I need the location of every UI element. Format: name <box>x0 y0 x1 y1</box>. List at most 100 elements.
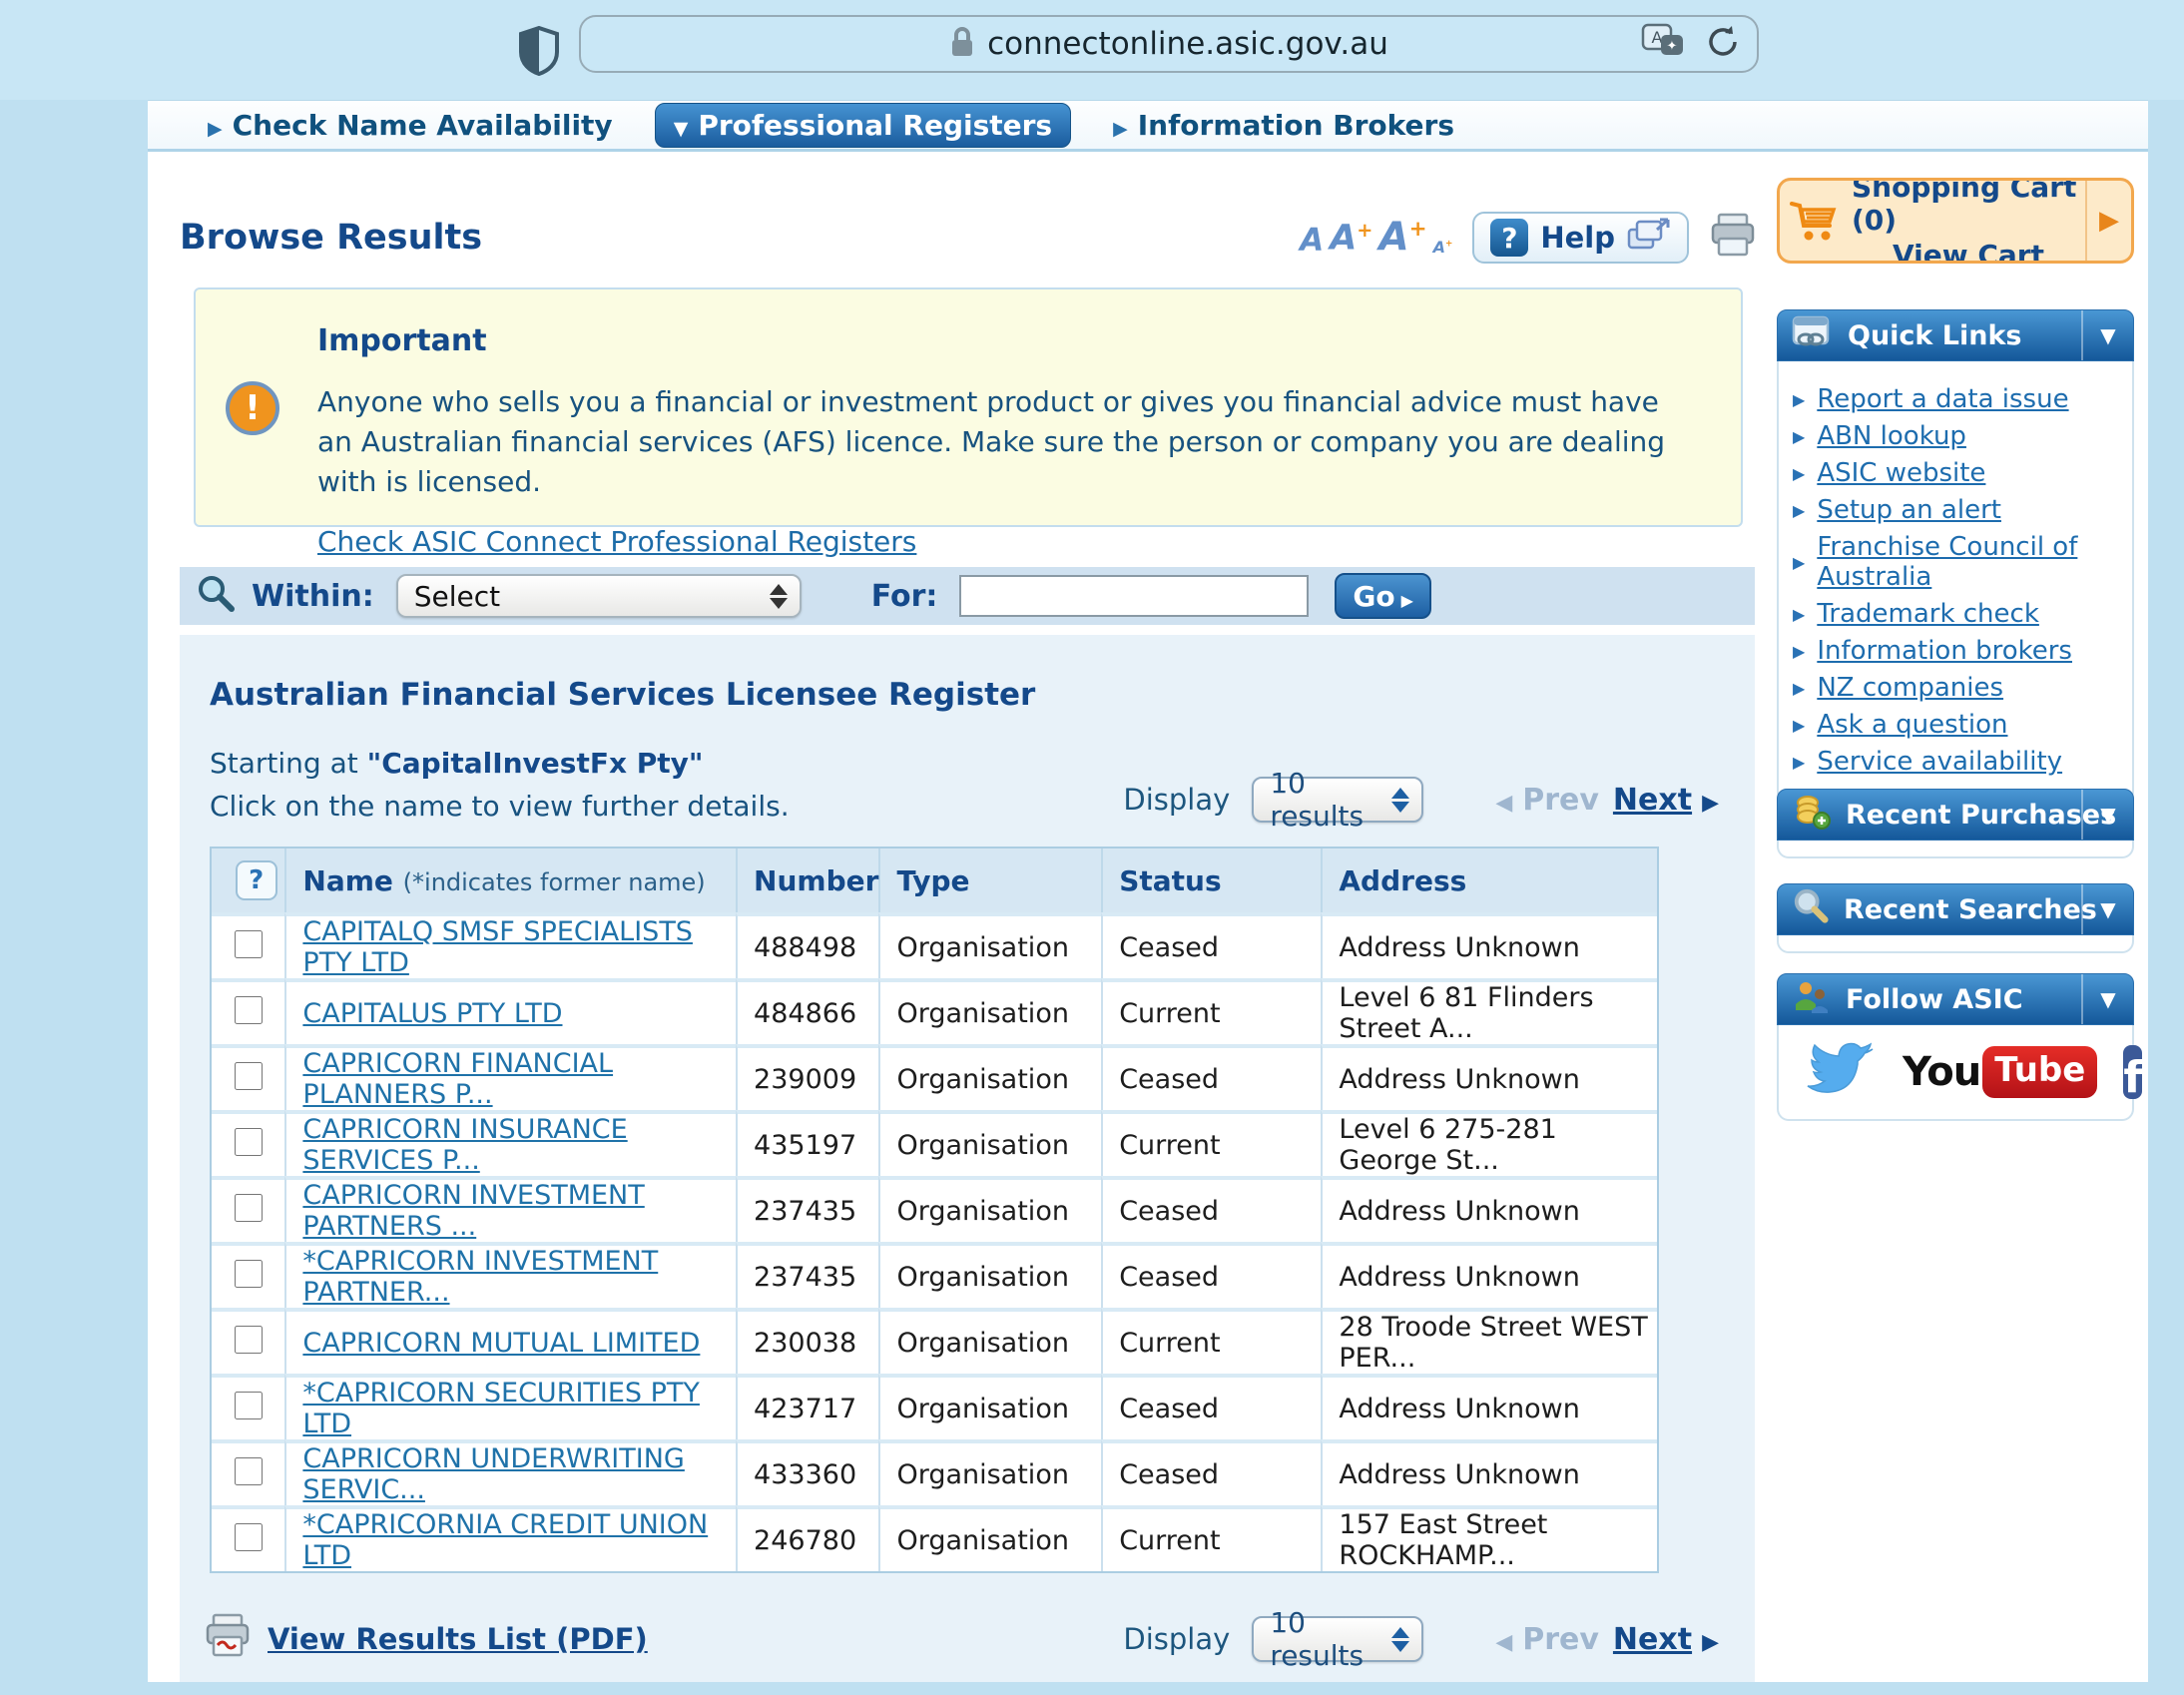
collapse-caret-icon[interactable] <box>2081 310 2133 360</box>
go-arrow-icon <box>1401 580 1413 613</box>
licensee-name-link[interactable]: CAPRICORN FINANCIAL PLANNERS P... <box>302 1048 613 1110</box>
reload-icon[interactable] <box>1705 24 1741 64</box>
cart-expand-arrow[interactable] <box>2085 181 2131 261</box>
quick-link-item[interactable]: Information brokers <box>1793 636 2118 666</box>
licensee-type: Organisation <box>878 1308 1101 1374</box>
twitter-icon[interactable] <box>1807 1041 1877 1103</box>
licensee-name-link[interactable]: CAPRICORN UNDERWRITING SERVIC... <box>302 1443 684 1505</box>
facebook-icon[interactable]: f <box>2123 1045 2142 1099</box>
display-count-select[interactable]: 10 results <box>1252 777 1423 823</box>
quick-link[interactable]: Report a data issue <box>1817 384 2068 414</box>
nav-tab[interactable]: Check Name Availability <box>194 104 627 147</box>
row-checkbox[interactable] <box>235 1523 263 1551</box>
quick-link-item[interactable]: Franchise Council of Australia <box>1793 532 2118 592</box>
select-arrows-icon <box>1391 1627 1409 1652</box>
row-checkbox[interactable] <box>235 1326 263 1354</box>
table-row: *CAPRICORN SECURITIES PTY LTD 423717 Org… <box>212 1374 1657 1439</box>
youtube-icon[interactable]: You Tube <box>1903 1046 2097 1098</box>
licensee-name-link[interactable]: CAPRICORN MUTUAL LIMITED <box>302 1328 700 1359</box>
licensee-name-link[interactable]: *CAPRICORN SECURITIES PTY LTD <box>302 1378 700 1439</box>
collapse-caret-icon[interactable] <box>2081 974 2133 1024</box>
column-name-note: (*indicates former name) <box>403 868 706 896</box>
quick-link-item[interactable]: Ask a question <box>1793 710 2118 740</box>
row-checkbox[interactable] <box>235 1062 263 1090</box>
quick-link-item[interactable]: Service availability <box>1793 747 2118 777</box>
font-size-icon[interactable]: A+ <box>1433 241 1453 255</box>
translate-icon[interactable]: A✦ <box>1641 23 1687 65</box>
quick-link-item[interactable]: ABN lookup <box>1793 421 2118 451</box>
row-checkbox[interactable] <box>235 1457 263 1485</box>
select-arrows-icon <box>1391 788 1409 813</box>
font-size-icon[interactable]: A+ <box>1378 220 1426 255</box>
quick-link[interactable]: Trademark check <box>1817 599 2039 629</box>
collapse-caret-icon[interactable] <box>2081 884 2133 934</box>
lock-icon <box>949 26 975 62</box>
quick-link-item[interactable]: Trademark check <box>1793 599 2118 629</box>
column-help-icon[interactable]: ? <box>236 860 277 900</box>
check-registers-link[interactable]: Check ASIC Connect Professional Register… <box>317 525 916 558</box>
prev-page-link[interactable]: Prev <box>1495 783 1599 818</box>
tab-arrow-icon <box>208 109 223 142</box>
help-button[interactable]: ? Help <box>1472 212 1689 264</box>
row-checkbox[interactable] <box>235 1260 263 1288</box>
next-page-link[interactable]: Next <box>1613 783 1719 818</box>
quick-link-item[interactable]: Report a data issue <box>1793 384 2118 414</box>
starting-at-value: "CapitalInvestFx Pty" <box>367 747 704 780</box>
row-checkbox[interactable] <box>235 996 263 1024</box>
prev-page-link[interactable]: Prev <box>1495 1622 1599 1657</box>
row-checkbox[interactable] <box>235 1392 263 1419</box>
row-checkbox[interactable] <box>235 930 263 958</box>
coins-icon <box>1792 793 1832 838</box>
quick-link[interactable]: ASIC website <box>1817 458 1985 488</box>
next-page-link[interactable]: Next <box>1613 1622 1719 1657</box>
nav-tab[interactable]: Information Brokers <box>1099 104 1468 147</box>
quick-link[interactable]: Service availability <box>1817 747 2062 777</box>
quick-link[interactable]: Franchise Council of Australia <box>1817 532 2118 592</box>
warning-icon: ! <box>226 381 279 435</box>
licensee-name-link[interactable]: CAPRICORN INVESTMENT PARTNERS ... <box>302 1180 644 1242</box>
register-title: Australian Financial Services Licensee R… <box>210 635 1755 713</box>
licensee-number: 435197 <box>736 1110 878 1176</box>
quick-link[interactable]: NZ companies <box>1817 673 2003 703</box>
view-results-pdf-link[interactable]: View Results List (PDF) <box>268 1622 648 1656</box>
row-checkbox[interactable] <box>235 1128 263 1156</box>
licensee-name-link[interactable]: CAPRICORN INSURANCE SERVICES P... <box>302 1114 627 1176</box>
select-arrows-icon <box>770 584 788 609</box>
view-cart-link[interactable]: View Cart <box>1893 239 2044 265</box>
licensee-name-link[interactable]: CAPITALQ SMSF SPECIALISTS PTY LTD <box>302 916 693 978</box>
privacy-shield-icon[interactable] <box>517 26 561 80</box>
print-icon[interactable] <box>1709 213 1757 263</box>
quick-link-item[interactable]: ASIC website <box>1793 458 2118 488</box>
display-count-select-bottom[interactable]: 10 results <box>1252 1616 1423 1662</box>
font-size-icon[interactable]: A+ <box>1330 222 1372 255</box>
row-checkbox[interactable] <box>235 1194 263 1222</box>
pdf-note: (only the results listed on the screen w… <box>202 1691 1755 1695</box>
quick-link-item[interactable]: Setup an alert <box>1793 495 2118 525</box>
licensee-name-link[interactable]: *CAPRICORNIA CREDIT UNION LTD <box>302 1509 708 1571</box>
font-size-icon[interactable]: A <box>1300 227 1324 255</box>
collapse-caret-icon[interactable] <box>2081 790 2133 840</box>
search-for-input[interactable] <box>959 575 1309 617</box>
quick-link[interactable]: ABN lookup <box>1817 421 1966 451</box>
url-bar[interactable]: connectonline.asic.gov.au A✦ <box>579 15 1759 73</box>
within-label: Within: <box>252 579 374 614</box>
licensee-status: Ceased <box>1101 1439 1321 1505</box>
within-select[interactable]: Select <box>396 574 802 618</box>
display-label: Display <box>1123 783 1230 817</box>
go-button[interactable]: Go <box>1335 573 1431 619</box>
table-row: CAPITALQ SMSF SPECIALISTS PTY LTD 488498… <box>212 912 1657 978</box>
quick-link[interactable]: Ask a question <box>1817 710 2007 740</box>
quick-link[interactable]: Information brokers <box>1817 636 2072 666</box>
table-row: CAPRICORN INVESTMENT PARTNERS ... 237435… <box>212 1176 1657 1242</box>
link-arrow-icon <box>1793 553 1805 572</box>
follow-asic-panel: Follow ASIC You Tube f <box>1777 973 2134 1121</box>
quick-link-item[interactable]: NZ companies <box>1793 673 2118 703</box>
quick-link[interactable]: Setup an alert <box>1817 495 2001 525</box>
licensee-name-link[interactable]: *CAPRICORN INVESTMENT PARTNER... <box>302 1246 658 1308</box>
cart-title: Shopping Cart (0) <box>1852 178 2085 237</box>
shopping-cart-box[interactable]: Shopping Cart (0) View Cart <box>1777 178 2134 264</box>
recent-searches-panel: Recent Searches <box>1777 883 2134 953</box>
column-address: Address <box>1321 848 1657 912</box>
licensee-name-link[interactable]: CAPITALUS PTY LTD <box>302 998 562 1029</box>
nav-tab[interactable]: Professional Registers <box>655 103 1071 148</box>
